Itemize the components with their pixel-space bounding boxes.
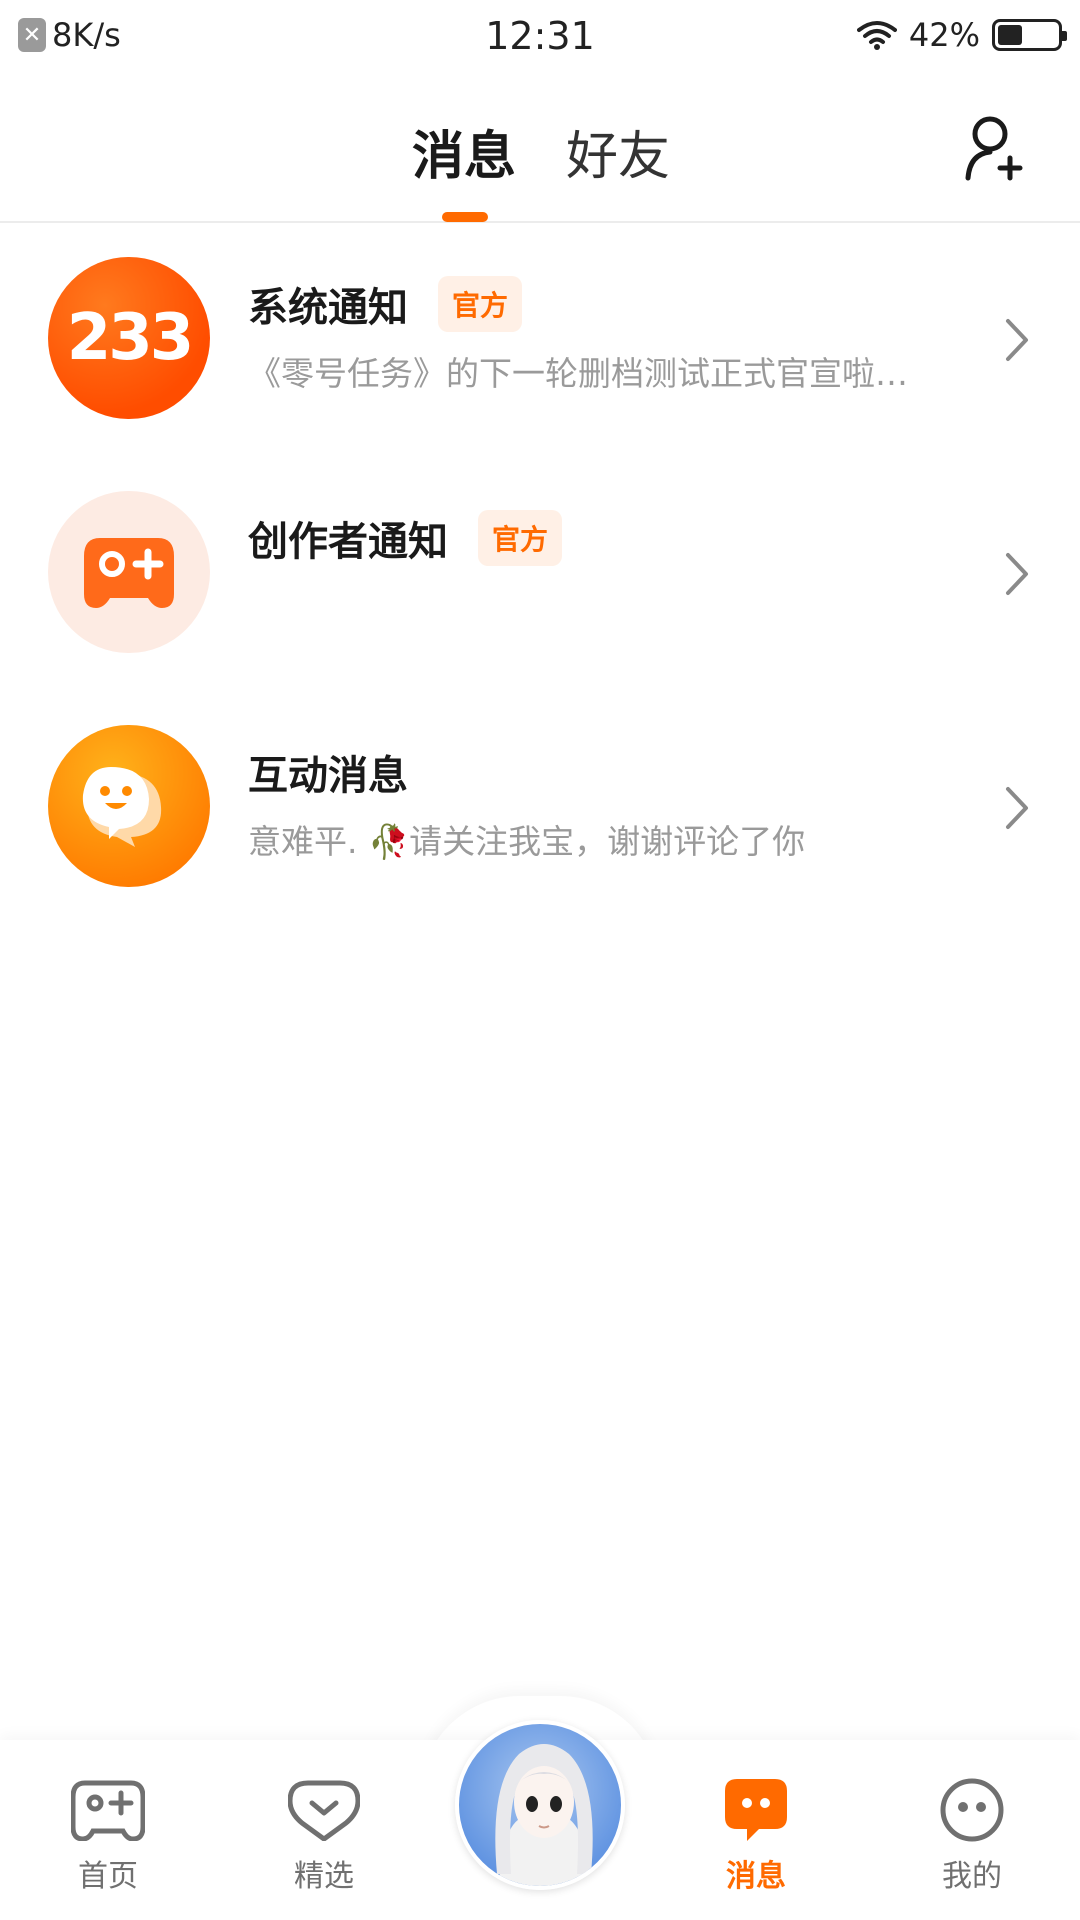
row-title-text: 创作者通知 [248, 519, 448, 565]
list-item-interaction[interactable]: 互动消息 意难平. 🥀请关注我宝，谢谢评论了你 [0, 693, 1080, 927]
battery-percent: 42% [908, 16, 980, 54]
chevron-right-icon [1006, 787, 1028, 829]
character-avatar-image [495, 1744, 593, 1886]
chat-bubble-smile-icon [82, 767, 162, 847]
list-item-system-notice[interactable]: 233 系统通知 官方 《零号任务》的下一轮删档测试正式官宣啦… [0, 225, 1080, 459]
status-bar: ✕ 8K/s 12:31 42% [0, 0, 1080, 76]
nav-label: 首页 [78, 1859, 138, 1894]
face-icon [933, 1775, 1011, 1845]
center-avatar-button[interactable] [455, 1720, 625, 1890]
row-title: 互动消息 [248, 743, 408, 801]
wifi-icon [856, 21, 897, 50]
battery-level [998, 25, 1023, 45]
add-friend-icon[interactable] [964, 114, 1028, 186]
system-notice-avatar: 233 [48, 257, 210, 419]
tab-messages[interactable]: 消息 [412, 114, 516, 189]
row-title-text: 互动消息 [248, 753, 408, 799]
official-badge: 官方 [478, 510, 563, 566]
row-title: 创作者通知 官方 [248, 509, 563, 567]
row-title-text: 系统通知 [248, 285, 408, 331]
row-title: 系统通知 官方 [248, 275, 523, 333]
gamepad-plus-icon [84, 538, 174, 608]
chevron-right-icon [1006, 319, 1028, 361]
creator-notice-avatar [48, 491, 210, 653]
nav-label: 消息 [726, 1859, 786, 1894]
avatar-logo-text: 233 [66, 301, 195, 375]
chevron-right-icon [1006, 553, 1028, 595]
official-badge: 官方 [438, 276, 523, 332]
nav-me[interactable]: 我的 [892, 1775, 1052, 1895]
active-tab-indicator [442, 212, 488, 222]
nav-home[interactable]: 首页 [28, 1775, 188, 1895]
nav-label: 精选 [294, 1859, 354, 1894]
message-icon [717, 1775, 795, 1845]
top-tab-bar: 消息 好友 [0, 76, 1080, 223]
row-preview: 《零号任务》的下一轮删档测试正式官宣啦… [248, 354, 908, 393]
status-right: 42% [856, 16, 1067, 54]
tab-friends[interactable]: 好友 [566, 114, 670, 189]
nav-featured[interactable]: 精选 [244, 1775, 404, 1895]
nav-messages[interactable]: 消息 [676, 1775, 836, 1895]
list-item-creator-notice[interactable]: 创作者通知 官方 [0, 459, 1080, 693]
interaction-avatar [48, 725, 210, 887]
message-list: 233 系统通知 官方 《零号任务》的下一轮删档测试正式官宣啦… 创作者通知 官… [0, 225, 1080, 927]
heart-bubble-icon [285, 1775, 363, 1845]
nav-label: 我的 [942, 1859, 1002, 1894]
row-preview: 意难平. 🥀请关注我宝，谢谢评论了你 [248, 822, 806, 861]
gamepad-icon [69, 1775, 147, 1845]
battery-icon [992, 19, 1067, 51]
